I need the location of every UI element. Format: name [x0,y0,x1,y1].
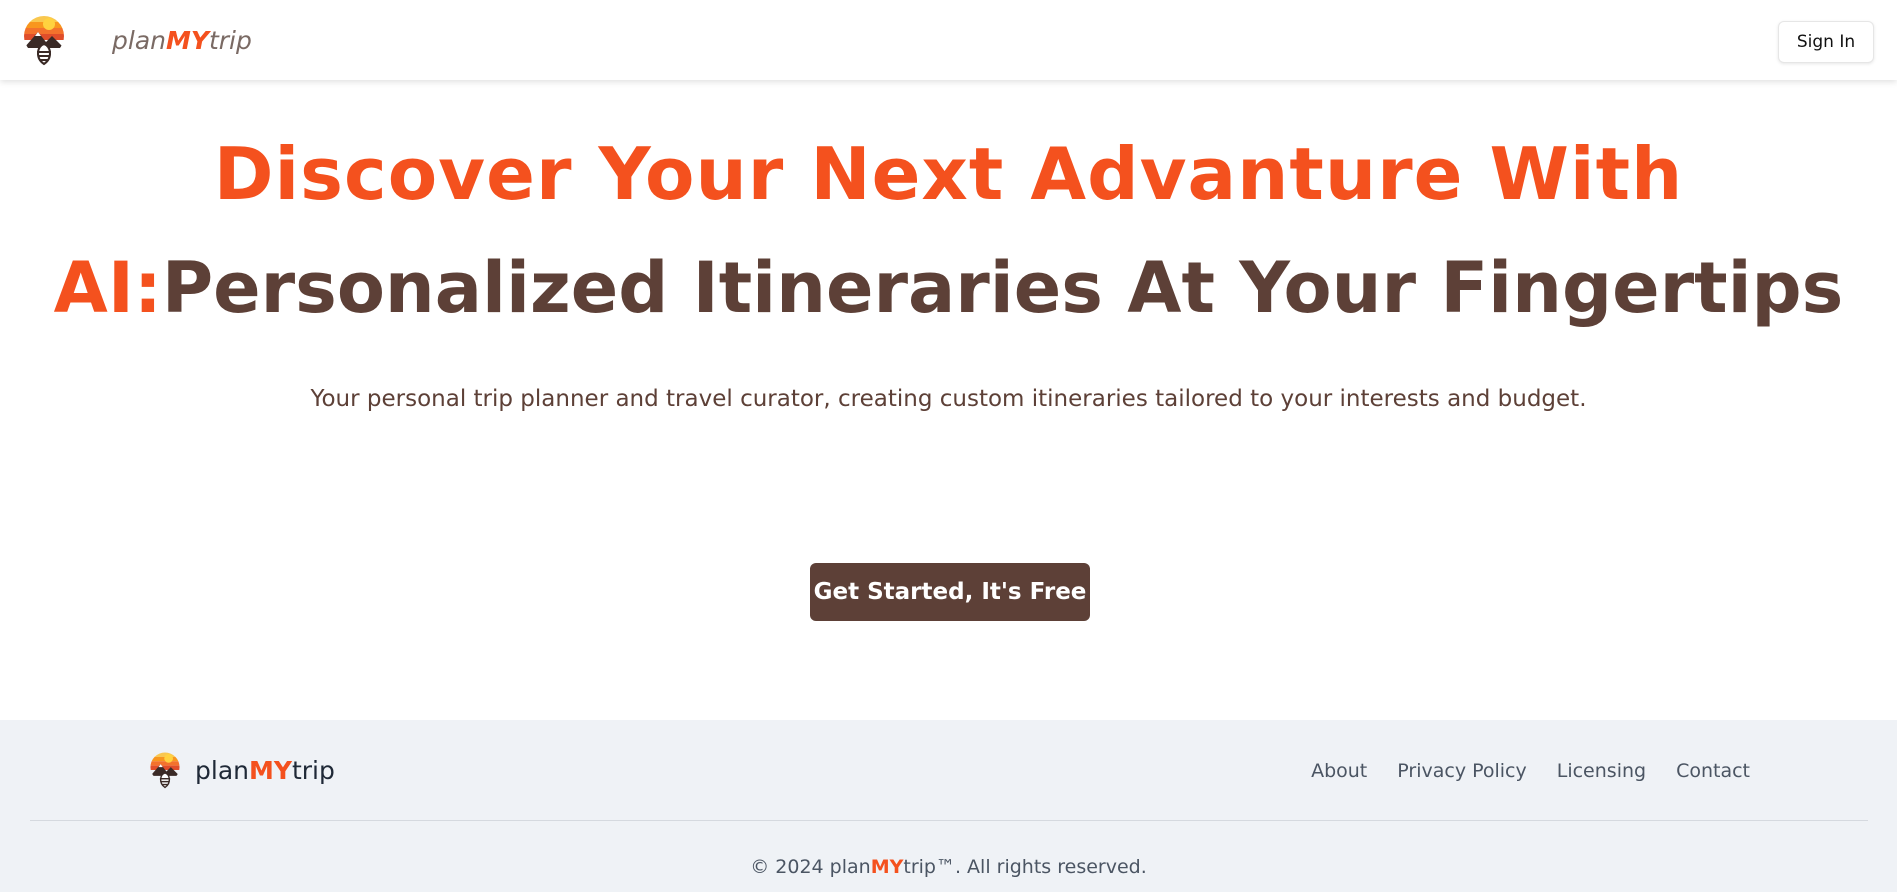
footer-divider [30,820,1868,821]
copyright-suffix: trip™. All rights reserved. [903,856,1147,878]
home-logo-link[interactable]: planMYtrip [22,14,252,66]
footer-brand-highlight: MY [248,755,292,785]
get-started-button[interactable]: Get Started, It's Free [810,563,1090,621]
copyright-prefix: © 2024 plan [750,856,871,878]
copyright-text: © 2024 planMYtrip™. All rights reserved. [0,856,1897,878]
footer-link-about[interactable]: About [1311,760,1367,782]
footer-nav: About Privacy Policy Licensing Contact [1311,760,1750,782]
footer-brand-prefix: plan [195,755,249,785]
footer: planMYtrip About Privacy Policy Licensin… [0,720,1897,892]
brand-highlight: MY [165,25,209,55]
footer-link-licensing[interactable]: Licensing [1557,760,1646,782]
footer-brand-link[interactable]: planMYtrip [149,750,335,790]
hero-title-accent: AI: [53,247,162,329]
sunset-mountain-logo-icon [24,16,64,66]
footer-link-privacy-policy[interactable]: Privacy Policy [1397,760,1526,782]
hero-title-line2: AI:Personalized Itineraries At Your Fing… [0,226,1897,350]
copyright-highlight: MY [870,856,904,878]
sunset-mountain-logo-icon [150,752,180,789]
hero-title-line1: Discover Your Next Advanture With [213,132,1684,216]
footer-brand-name: planMYtrip [195,756,335,785]
sign-in-button[interactable]: Sign In [1778,21,1874,63]
top-navbar: planMYtrip Sign In [0,0,1897,80]
brand-name: planMYtrip [112,26,252,55]
brand-prefix: plan [112,25,166,55]
hero-title: Discover Your Next Advanture With AI:Per… [0,122,1897,350]
hero-subtitle: Your personal trip planner and travel cu… [310,386,1587,412]
hero-title-rest: Personalized Itineraries At Your Fingert… [161,247,1844,329]
footer-brand-suffix: trip [291,755,335,785]
brand-suffix: trip [208,25,252,55]
footer-link-contact[interactable]: Contact [1676,760,1750,782]
